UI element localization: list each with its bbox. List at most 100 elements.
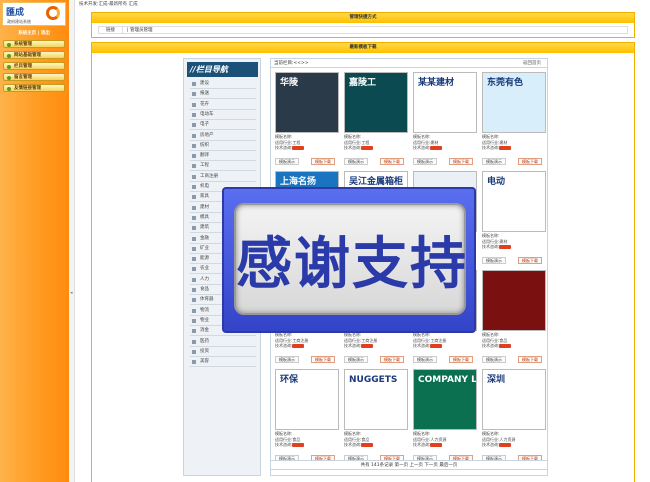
category-item[interactable]: 美容 — [190, 357, 256, 368]
category-item[interactable]: 建设 — [190, 79, 256, 89]
template-thumbnail[interactable]: 深圳 — [482, 369, 546, 430]
download-button[interactable]: 模板下载 — [380, 356, 404, 363]
sidebar-divider — [69, 0, 75, 482]
category-item-label: 工商注册 — [200, 173, 218, 179]
download-button[interactable]: 模板下载 — [518, 158, 542, 165]
qq-chat-icon[interactable] — [292, 344, 305, 348]
thumbnail-text: NUGGETS — [349, 375, 398, 385]
download-button[interactable]: 模板下载 — [449, 356, 473, 363]
quick-link-admin[interactable]: | 管理员管理 — [123, 27, 156, 34]
qq-chat-icon[interactable] — [499, 443, 512, 447]
template-support: 技术咨询: — [344, 145, 362, 150]
qq-chat-icon[interactable] — [430, 344, 443, 348]
category-item-label: 工程 — [200, 163, 209, 169]
qq-chat-icon[interactable] — [499, 146, 512, 150]
left-nav-item[interactable]: 系统管理 — [3, 40, 65, 48]
template-thumbnail[interactable]: 嘉陵工 — [344, 72, 408, 133]
top-bar: 技术开发:汇成-最新所有 汇成 — [77, 0, 650, 9]
qq-chat-icon[interactable] — [292, 443, 305, 447]
template-name: 模板名称: — [275, 431, 293, 436]
square-bullet-icon — [192, 185, 196, 189]
template-info: 模板名称: 适用行业:工程 技术咨询: — [275, 134, 341, 151]
qq-chat-icon[interactable] — [292, 146, 305, 150]
thumbnail-text: 环保 — [280, 375, 299, 385]
template-card: 模板名称: 适用行业:食品 技术咨询: 模板演示 模板下载 — [482, 270, 548, 370]
download-button[interactable]: 模板下载 — [518, 257, 542, 264]
category-item-label: 美容 — [200, 359, 209, 365]
category-item[interactable]: 报送 — [190, 89, 256, 100]
category-item[interactable]: 医药 — [190, 337, 256, 347]
template-thumbnail[interactable] — [482, 270, 546, 331]
download-button[interactable]: 模板下载 — [311, 158, 335, 165]
breadcrumb-text: 当前栏目:<<>> — [274, 61, 309, 66]
category-item-label: 农业 — [200, 266, 209, 272]
category-sidebar-header: //栏目导航 — [187, 62, 258, 77]
category-item[interactable]: 工程 — [190, 161, 256, 172]
demo-button[interactable]: 模板演示 — [413, 356, 437, 363]
demo-button[interactable]: 模板演示 — [275, 356, 299, 363]
back-home-link[interactable]: 返回首页 — [523, 59, 541, 68]
template-info: 模板名称: 适用行业:建材 技术咨询: — [482, 134, 548, 151]
template-thumbnail[interactable]: COMPANY LOGO — [413, 369, 477, 430]
template-card: 东莞有色 模板名称: 适用行业:建材 技术咨询: 模板演示 模板下载 — [482, 72, 548, 172]
qq-chat-icon[interactable] — [430, 146, 443, 150]
category-item[interactable]: 电动车 — [190, 110, 256, 120]
demo-button[interactable]: 模板演示 — [344, 158, 368, 165]
download-button[interactable]: 模板下载 — [311, 356, 335, 363]
category-item[interactable]: 投资 — [190, 347, 256, 357]
category-item-label: 报送 — [200, 91, 209, 97]
left-nav-item[interactable]: 栏目管理 — [3, 62, 65, 70]
qq-chat-icon[interactable] — [499, 344, 512, 348]
qq-chat-icon[interactable] — [430, 443, 443, 447]
category-item-label: 投资 — [200, 348, 209, 354]
home-logout-link[interactable]: 系统主页 | 退出 — [2, 30, 66, 36]
demo-button[interactable]: 模板演示 — [275, 158, 299, 165]
template-industry: 适用行业:建材 — [413, 139, 439, 145]
category-item[interactable]: 花卉 — [190, 100, 256, 110]
download-button[interactable]: 模板下载 — [449, 158, 473, 165]
demo-button[interactable]: 模板演示 — [344, 356, 368, 363]
template-support: 技术咨询: — [482, 343, 500, 348]
template-thumbnail[interactable]: 华陵 — [275, 72, 339, 133]
template-support: 技术咨询: — [482, 442, 500, 447]
demo-button[interactable]: 模板演示 — [482, 356, 506, 363]
thanks-overlay: 感谢支持 — [222, 187, 476, 333]
category-item[interactable]: 纺织 — [190, 141, 256, 151]
template-thumbnail[interactable]: 东莞有色 — [482, 72, 546, 133]
collapse-arrow-icon[interactable]: ◂ — [70, 290, 74, 298]
quick-link-label: 链接 — [99, 27, 123, 34]
thumbnail-text: 嘉陵工 — [349, 78, 377, 88]
demo-button[interactable]: 模板演示 — [482, 257, 506, 264]
category-item[interactable]: 房地产 — [190, 131, 256, 141]
category-item[interactable]: 电子 — [190, 120, 256, 131]
template-thumbnail[interactable]: 某某建材 — [413, 72, 477, 133]
template-thumbnail[interactable]: 电动 — [482, 171, 546, 232]
template-info: 模板名称: 适用行业:人力资源 技术咨询: — [413, 431, 479, 448]
download-button[interactable]: 模板下载 — [518, 356, 542, 363]
template-info: 模板名称: 适用行业:食品 技术咨询: — [275, 431, 341, 448]
category-item[interactable]: 翻译 — [190, 151, 256, 162]
left-nav-item[interactable]: 留言管理 — [3, 73, 65, 81]
logo-swirl-icon — [46, 6, 60, 20]
pagination[interactable]: 共有 141条记录 第一页 上一页 下一页 最后一页 — [270, 460, 548, 470]
demo-button[interactable]: 模板演示 — [482, 158, 506, 165]
qq-chat-icon[interactable] — [361, 344, 374, 348]
thumbnail-text: 吴江金属箱柜 — [349, 177, 404, 187]
square-bullet-icon — [192, 277, 196, 282]
demo-button[interactable]: 模板演示 — [413, 158, 437, 165]
category-item-label: 食品 — [200, 287, 209, 292]
download-button[interactable]: 模板下载 — [380, 158, 404, 165]
template-industry: 适用行业:工程 — [275, 139, 301, 145]
left-nav-item[interactable]: 网站基础管理 — [3, 51, 65, 59]
template-thumbnail[interactable]: NUGGETS — [344, 369, 408, 430]
qq-chat-icon[interactable] — [499, 245, 512, 249]
bullet-icon — [7, 75, 11, 80]
left-nav-item[interactable]: 友情链接管理 — [3, 84, 65, 92]
template-info: 模板名称: 适用行业:食品 技术咨询: — [344, 431, 410, 448]
qq-chat-icon[interactable] — [361, 146, 374, 150]
qq-chat-icon[interactable] — [361, 443, 374, 447]
template-thumbnail[interactable]: 环保 — [275, 369, 339, 430]
category-item[interactable]: 工商注册 — [190, 172, 256, 182]
square-bullet-icon — [192, 329, 196, 334]
square-bullet-icon — [192, 102, 196, 107]
